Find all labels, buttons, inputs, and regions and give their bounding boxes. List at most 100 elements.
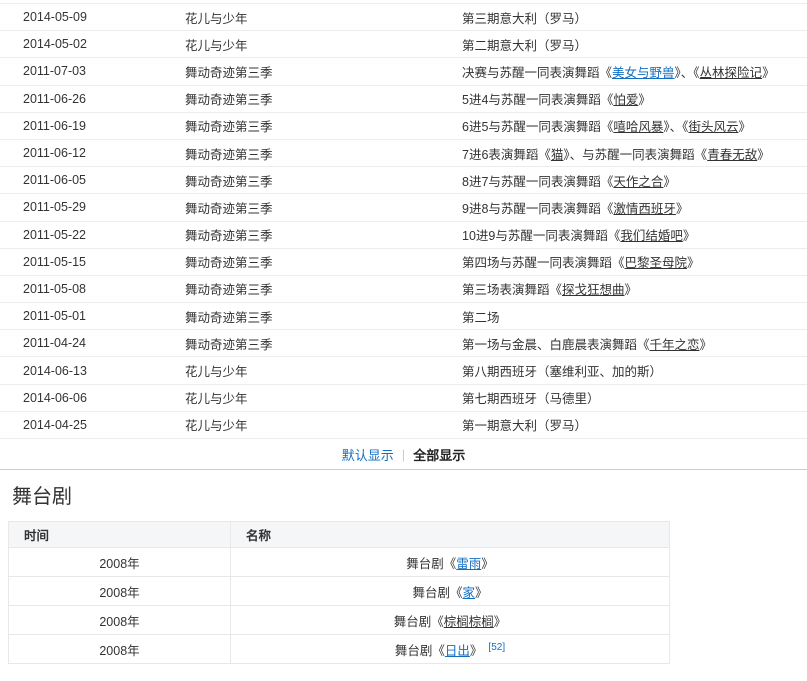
show-name-cell: 舞动奇迹第三季	[185, 225, 462, 244]
text-segment: 》、《	[663, 120, 688, 134]
show-name-cell: 舞动奇迹第三季	[185, 171, 462, 190]
title-link[interactable]: 家	[462, 586, 475, 600]
name-cell: 舞台剧《家》	[231, 577, 670, 606]
name-cell: 舞台剧《日出》 [52]	[231, 635, 670, 664]
stage-play-row: 2008年舞台剧《棕榈棕榈》	[9, 606, 670, 635]
title-link[interactable]: 猫	[551, 148, 564, 162]
display-mode-footer: 默认显示 | 全部显示	[0, 439, 807, 469]
text-segment: 》	[687, 256, 700, 270]
title-link[interactable]: 美女与野兽	[612, 66, 675, 80]
show-name-cell: 舞动奇迹第三季	[185, 116, 462, 135]
description-cell: 9进8与苏醒一同表演舞蹈《激情西班牙》	[462, 198, 807, 217]
text-segment: 舞台剧《	[394, 615, 444, 629]
text-segment: 》	[494, 615, 507, 629]
title-link[interactable]: 雷雨	[456, 557, 481, 571]
text-segment: 6进5与苏醒一同表演舞蹈《	[462, 120, 613, 134]
show-name-cell: 花儿与少年	[185, 35, 462, 54]
title-link[interactable]: 街头风云	[688, 120, 738, 134]
show-name-cell: 舞动奇迹第三季	[185, 62, 462, 81]
performance-row: 2011-07-03舞动奇迹第三季决赛与苏醒一同表演舞蹈《美女与野兽》、《丛林探…	[0, 58, 807, 85]
title-link[interactable]: 棕榈棕榈	[444, 615, 494, 629]
date-cell: 2014-05-02	[0, 37, 185, 51]
description-cell: 10进9与苏醒一同表演舞蹈《我们结婚吧》	[462, 225, 807, 244]
title-link[interactable]: 嘻哈风暴	[613, 120, 663, 134]
stage-play-heading: 舞台剧	[12, 486, 807, 508]
time-cell: 2008年	[9, 577, 231, 606]
title-link[interactable]: 千年之恋	[650, 338, 700, 352]
title-link[interactable]: 天作之合	[613, 175, 663, 189]
date-cell: 2011-05-01	[0, 309, 185, 323]
performance-table: 2014-05-09花儿与少年第三期意大利（罗马）2014-05-02花儿与少年…	[0, 3, 807, 439]
performance-row: 2014-05-02花儿与少年第二期意大利（罗马）	[0, 31, 807, 58]
performance-row: 2011-05-22舞动奇迹第三季10进9与苏醒一同表演舞蹈《我们结婚吧》	[0, 222, 807, 249]
stage-play-row: 2008年舞台剧《家》	[9, 577, 670, 606]
date-cell: 2011-07-03	[0, 64, 185, 78]
text-segment: 》	[683, 229, 696, 243]
text-segment: 》	[470, 644, 483, 658]
text-segment: 9进8与苏醒一同表演舞蹈《	[462, 202, 613, 216]
title-link[interactable]: 怕爱	[613, 93, 638, 107]
text-segment: 8进7与苏醒一同表演舞蹈《	[462, 175, 613, 189]
date-cell: 2011-05-08	[0, 282, 185, 296]
performance-row: 2011-05-29舞动奇迹第三季9进8与苏醒一同表演舞蹈《激情西班牙》	[0, 194, 807, 221]
show-name-cell: 舞动奇迹第三季	[185, 307, 462, 326]
title-link[interactable]: 激情西班牙	[613, 202, 676, 216]
date-cell: 2011-05-15	[0, 255, 185, 269]
description-cell: 5进4与苏醒一同表演舞蹈《怕爱》	[462, 89, 807, 108]
text-segment: 舞台剧《	[395, 644, 445, 658]
show-name-cell: 舞动奇迹第三季	[185, 144, 462, 163]
title-link[interactable]: 日出	[445, 644, 470, 658]
title-link[interactable]: 丛林探险记	[700, 66, 763, 80]
name-cell: 舞台剧《棕榈棕榈》	[231, 606, 670, 635]
date-cell: 2011-06-26	[0, 92, 185, 106]
stage-play-row: 2008年舞台剧《雷雨》	[9, 548, 670, 577]
description-cell: 8进7与苏醒一同表演舞蹈《天作之合》	[462, 171, 807, 190]
show-name-cell: 花儿与少年	[185, 8, 462, 27]
title-link[interactable]: 巴黎圣母院	[625, 256, 688, 270]
text-segment: 第二期意大利（罗马）	[462, 39, 587, 53]
text-segment: 》	[481, 557, 494, 571]
date-cell: 2011-05-29	[0, 200, 185, 214]
description-cell: 第一期意大利（罗马）	[462, 415, 807, 434]
text-segment: 》	[738, 120, 751, 134]
name-cell: 舞台剧《雷雨》	[231, 548, 670, 577]
description-cell: 第二场	[462, 307, 807, 326]
text-segment: 第二场	[462, 311, 500, 325]
text-segment: 》	[625, 283, 638, 297]
performance-row: 2014-06-06花儿与少年第七期西班牙（马德里）	[0, 385, 807, 412]
text-segment: 决赛与苏醒一同表演舞蹈《	[462, 66, 612, 80]
text-segment: 》	[757, 148, 770, 162]
date-cell: 2011-06-05	[0, 173, 185, 187]
title-link[interactable]: 我们结婚吧	[620, 229, 683, 243]
title-link[interactable]: 探戈狂想曲	[562, 283, 625, 297]
section-divider	[0, 469, 807, 470]
show-all-link[interactable]: 全部显示	[413, 445, 465, 464]
performance-row: 2014-04-25花儿与少年第一期意大利（罗马）	[0, 412, 807, 439]
description-cell: 第三期意大利（罗马）	[462, 8, 807, 27]
show-name-cell: 花儿与少年	[185, 415, 462, 434]
stage-play-row: 2008年 舞台剧《日出》 [52]	[9, 635, 670, 664]
text-segment: 》	[638, 93, 651, 107]
default-display-link[interactable]: 默认显示	[342, 445, 394, 464]
text-segment: 5进4与苏醒一同表演舞蹈《	[462, 93, 613, 107]
time-cell: 2008年	[9, 548, 231, 577]
stage-play-header-row: 时间 名称	[9, 522, 670, 548]
description-cell: 第四场与苏醒一同表演舞蹈《巴黎圣母院》	[462, 252, 807, 271]
text-segment: 》	[663, 175, 676, 189]
performance-row: 2011-06-26舞动奇迹第三季5进4与苏醒一同表演舞蹈《怕爱》	[0, 86, 807, 113]
reference-link[interactable]: [52]	[488, 642, 505, 653]
show-name-cell: 舞动奇迹第三季	[185, 198, 462, 217]
date-cell: 2014-05-09	[0, 10, 185, 24]
performance-row: 2014-06-13花儿与少年第八期西班牙（塞维利亚、加的斯）	[0, 357, 807, 384]
performance-row: 2011-06-05舞动奇迹第三季8进7与苏醒一同表演舞蹈《天作之合》	[0, 167, 807, 194]
column-header-time: 时间	[9, 522, 231, 548]
performance-row: 2011-04-24舞动奇迹第三季第一场与金晨、白鹿晨表演舞蹈《千年之恋》	[0, 330, 807, 357]
time-cell: 2008年	[9, 635, 231, 664]
title-link[interactable]: 青春无敌	[707, 148, 757, 162]
show-name-cell: 舞动奇迹第三季	[185, 279, 462, 298]
date-cell: 2011-06-12	[0, 146, 185, 160]
show-name-cell: 舞动奇迹第三季	[185, 334, 462, 353]
stage-play-table: 时间 名称 2008年舞台剧《雷雨》2008年舞台剧《家》2008年舞台剧《棕榈…	[8, 521, 670, 664]
date-cell: 2011-04-24	[0, 336, 185, 350]
performance-row: 2011-05-01舞动奇迹第三季第二场	[0, 303, 807, 330]
